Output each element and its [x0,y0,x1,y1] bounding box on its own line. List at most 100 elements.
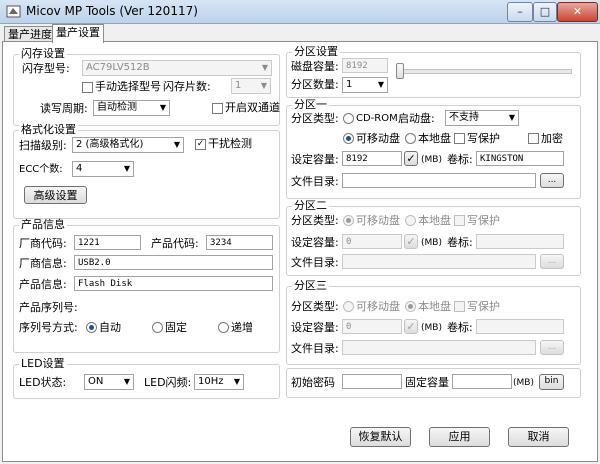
p1-removable-label: 可移动盘 [356,132,400,145]
p1-volume-label: 卷标: [447,153,473,166]
p1-dir-label: 文件目录: [291,175,339,188]
flash-model-select[interactable]: AC79LV512B ▼ [82,60,272,76]
minimize-button[interactable]: – [507,2,533,22]
reset-defaults-button[interactable]: 恢复默认 [350,427,411,447]
fixed-capacity-label: 固定容量 [405,376,449,389]
p2-volume-input[interactable] [476,234,564,249]
p2-local-radio[interactable] [405,215,416,226]
serial-auto-label: 自动 [99,321,121,334]
chevron-down-icon: ▼ [159,103,166,112]
vendor-code-input[interactable]: 1221 [74,235,141,250]
p3-confirm-checkmark-icon[interactable]: ✓ [404,319,418,334]
chevron-down-icon: ▼ [123,164,130,173]
tab-progress[interactable]: 量产进度 [4,26,56,42]
p1-browse-button[interactable]: ... [540,173,564,188]
apply-button[interactable]: 应用 [429,427,490,447]
partition-count-value: 1 [346,79,353,90]
product-code-input[interactable]: 3234 [206,235,273,250]
interference-label: 干扰检测 [208,137,252,150]
cancel-button[interactable]: 取消 [508,427,569,447]
p2-confirm-checkmark-icon[interactable]: ✓ [404,234,418,249]
p1-local-radio[interactable] [405,133,416,144]
scan-level-select[interactable]: 2 (高级格式化) ▼ [72,137,184,153]
led-state-value: ON [88,376,104,387]
p1-confirm-checkmark-icon[interactable]: ✓ [404,151,418,166]
fixed-capacity-input[interactable] [452,374,512,389]
serial-number-label: 产品序列号: [19,301,78,314]
chevron-down-icon: ▼ [173,140,180,149]
manual-select-label: 手动选择型号 [95,80,161,93]
p3-unit-label: (MB) [421,323,442,333]
p3-removable-label: 可移动盘 [356,300,400,313]
p1-volume-input[interactable]: KINGSTON [476,151,564,166]
chevron-down-icon: ▼ [508,113,515,122]
product-info-input[interactable]: Flash Disk [74,276,273,291]
tab-settings[interactable]: 量产设置 [52,24,104,43]
p3-volume-input[interactable] [476,319,564,334]
advanced-settings-button[interactable]: 高级设置 [24,186,87,204]
p3-dir-input[interactable] [342,340,536,355]
disk-capacity-input[interactable]: 8192 [342,58,388,73]
p1-unit-label: (MB) [421,155,442,165]
serial-fixed-radio[interactable] [152,322,163,333]
interference-checkbox[interactable]: ✓ [195,139,206,150]
rw-cycle-select[interactable]: 自动检测 ▼ [93,100,170,116]
capacity-slider-track[interactable] [398,69,572,74]
chip-count-label: 闪存片数: [163,80,211,93]
p1-dir-input[interactable] [342,173,536,188]
p2-write-protect-checkbox[interactable] [454,215,465,226]
p3-dir-label: 文件目录: [291,342,339,355]
p2-capacity-input[interactable]: 0 [342,234,402,249]
led-freq-select[interactable]: 10Hz ▼ [194,374,244,390]
settings-panel: 闪存设置 闪存型号: AC79LV512B ▼ 手动选择型号 闪存片数: 1 ▼ 读… [2,41,598,462]
p2-dir-input[interactable] [342,254,536,269]
p1-write-protect-checkbox[interactable] [454,133,465,144]
p1-encrypt-label: 加密 [541,132,563,145]
p3-write-protect-label: 写保护 [467,300,500,313]
vendor-info-label: 厂商信息: [19,257,67,270]
serial-increment-radio[interactable] [218,322,229,333]
rw-cycle-label: 读写周期: [40,102,88,115]
p1-encrypt-checkbox[interactable] [528,133,539,144]
led-settings-title: LED设置 [19,357,67,370]
p3-capacity-input[interactable]: 0 [342,319,402,334]
ecc-label: ECC个数: [19,164,63,175]
manual-select-checkbox[interactable] [82,82,93,93]
p1-type-label: 分区类型: [291,112,339,125]
bin-button[interactable]: bin [539,374,564,390]
chip-count-select[interactable]: 1 ▼ [231,78,271,94]
p3-browse-button[interactable]: ... [540,340,564,355]
close-button[interactable]: ✕ [557,2,598,22]
p3-write-protect-checkbox[interactable] [454,301,465,312]
p1-capacity-input[interactable]: 8192 [342,151,402,166]
p3-removable-radio[interactable] [343,301,354,312]
p1-boot-select[interactable]: 不支持 ▼ [445,110,519,126]
p1-removable-radio[interactable] [343,133,354,144]
vendor-info-input[interactable]: USB2.0 [74,255,273,270]
p2-dir-label: 文件目录: [291,256,339,269]
maximize-button[interactable]: □ [533,2,557,22]
capacity-slider-thumb[interactable] [396,63,404,79]
disk-capacity-label: 磁盘容量: [291,60,339,73]
serial-increment-label: 递增 [231,321,253,334]
p2-removable-radio[interactable] [343,215,354,226]
product-code-label: 产品代码: [151,237,199,250]
led-state-select[interactable]: ON ▼ [84,374,134,390]
initial-password-input[interactable] [342,374,402,389]
initial-password-label: 初始密码 [291,376,335,389]
p3-local-radio[interactable] [405,301,416,312]
dual-channel-label: 开启双通道 [225,101,280,114]
partition-settings-title: 分区设置 [292,45,340,58]
p1-cdrom-radio[interactable] [343,113,354,124]
ecc-select[interactable]: 4 ▼ [72,161,134,177]
p2-removable-label: 可移动盘 [356,214,400,227]
p2-browse-button[interactable]: ... [540,254,564,269]
ecc-value: 4 [76,163,83,174]
p2-write-protect-label: 写保护 [467,214,500,227]
dual-channel-checkbox[interactable] [212,103,223,114]
flash-settings-title: 闪存设置 [19,47,67,60]
partition-count-select[interactable]: 1 ▼ [342,77,388,93]
serial-auto-radio[interactable] [86,322,97,333]
chip-count-value: 1 [235,80,242,91]
product-info-label: 产品信息: [19,278,67,291]
